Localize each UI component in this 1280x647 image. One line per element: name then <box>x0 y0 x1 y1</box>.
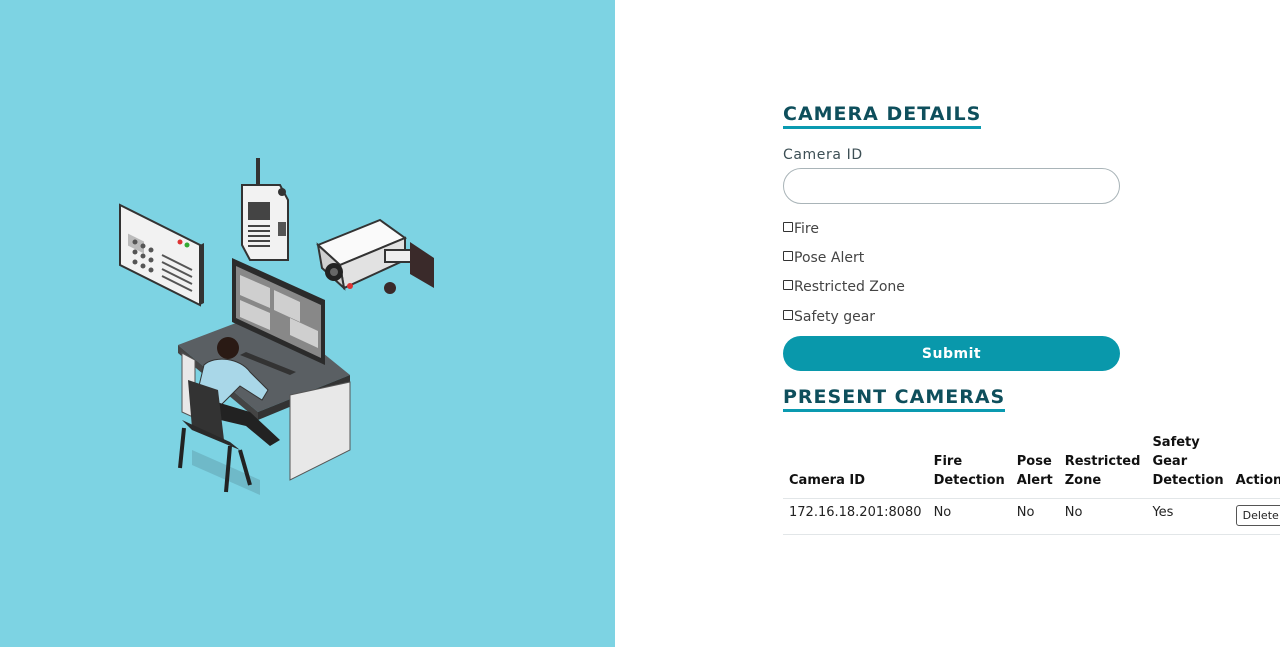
security-operator-illustration <box>119 158 434 495</box>
camera-details-title-text: CAMERA DETAILS <box>783 103 982 129</box>
fire-checkbox-label: Fire <box>794 221 819 237</box>
cctv-camera-icon <box>316 218 434 294</box>
restricted-zone-checkbox[interactable] <box>783 280 793 290</box>
present-cameras-title-text: PRESENT CAMERAS <box>783 386 1006 412</box>
restricted-zone-checkbox-label: Restricted Zone <box>794 279 905 295</box>
alarm-keypad-icon <box>119 203 204 307</box>
cameras-table: Camera ID Fire Detection Pose Alert Rest… <box>783 433 1280 535</box>
table-row: 172.16.18.201:8080 No No No Yes Delete <box>783 498 1280 535</box>
pose-alert-checkbox-row[interactable]: Pose Alert <box>783 250 864 266</box>
pose-alert-checkbox-label: Pose Alert <box>794 250 865 266</box>
delete-button[interactable]: Delete <box>1235 505 1280 526</box>
cell-restricted-zone: No <box>1058 498 1147 535</box>
camera-id-input[interactable] <box>783 168 1120 204</box>
column-header-camera-id: Camera ID <box>783 433 928 499</box>
walkie-talkie-icon <box>241 158 289 261</box>
column-header-safety-gear-detection: Safety Gear Detection <box>1146 433 1230 499</box>
column-header-actions: Actions <box>1229 433 1280 499</box>
form-panel <box>615 0 1280 647</box>
camera-details-title: CAMERA DETAILS <box>783 103 982 129</box>
safety-gear-checkbox-row[interactable]: Safety gear <box>783 309 875 325</box>
cell-fire-detection: No <box>927 498 1011 535</box>
cell-actions: Delete <box>1229 498 1280 535</box>
submit-button[interactable]: Submit <box>783 336 1120 371</box>
fire-checkbox-row[interactable]: Fire <box>783 221 819 237</box>
column-header-fire-detection: Fire Detection <box>927 433 1011 499</box>
pose-alert-checkbox[interactable] <box>783 251 793 261</box>
camera-id-label: Camera ID <box>783 147 863 163</box>
safety-gear-checkbox-label: Safety gear <box>794 309 876 325</box>
safety-gear-checkbox[interactable] <box>783 310 793 320</box>
column-header-restricted-zone: Restricted Zone <box>1058 433 1147 499</box>
column-header-pose-alert: Pose Alert <box>1010 433 1059 499</box>
present-cameras-title: PRESENT CAMERAS <box>783 386 1006 412</box>
cell-safety-gear-detection: Yes <box>1146 498 1230 535</box>
restricted-zone-checkbox-row[interactable]: Restricted Zone <box>783 279 905 295</box>
cell-camera-id: 172.16.18.201:8080 <box>783 498 928 535</box>
cell-pose-alert: No <box>1010 498 1059 535</box>
fire-checkbox[interactable] <box>783 222 793 232</box>
table-header-row: Camera ID Fire Detection Pose Alert Rest… <box>783 433 1280 499</box>
illustration-panel <box>0 0 615 647</box>
